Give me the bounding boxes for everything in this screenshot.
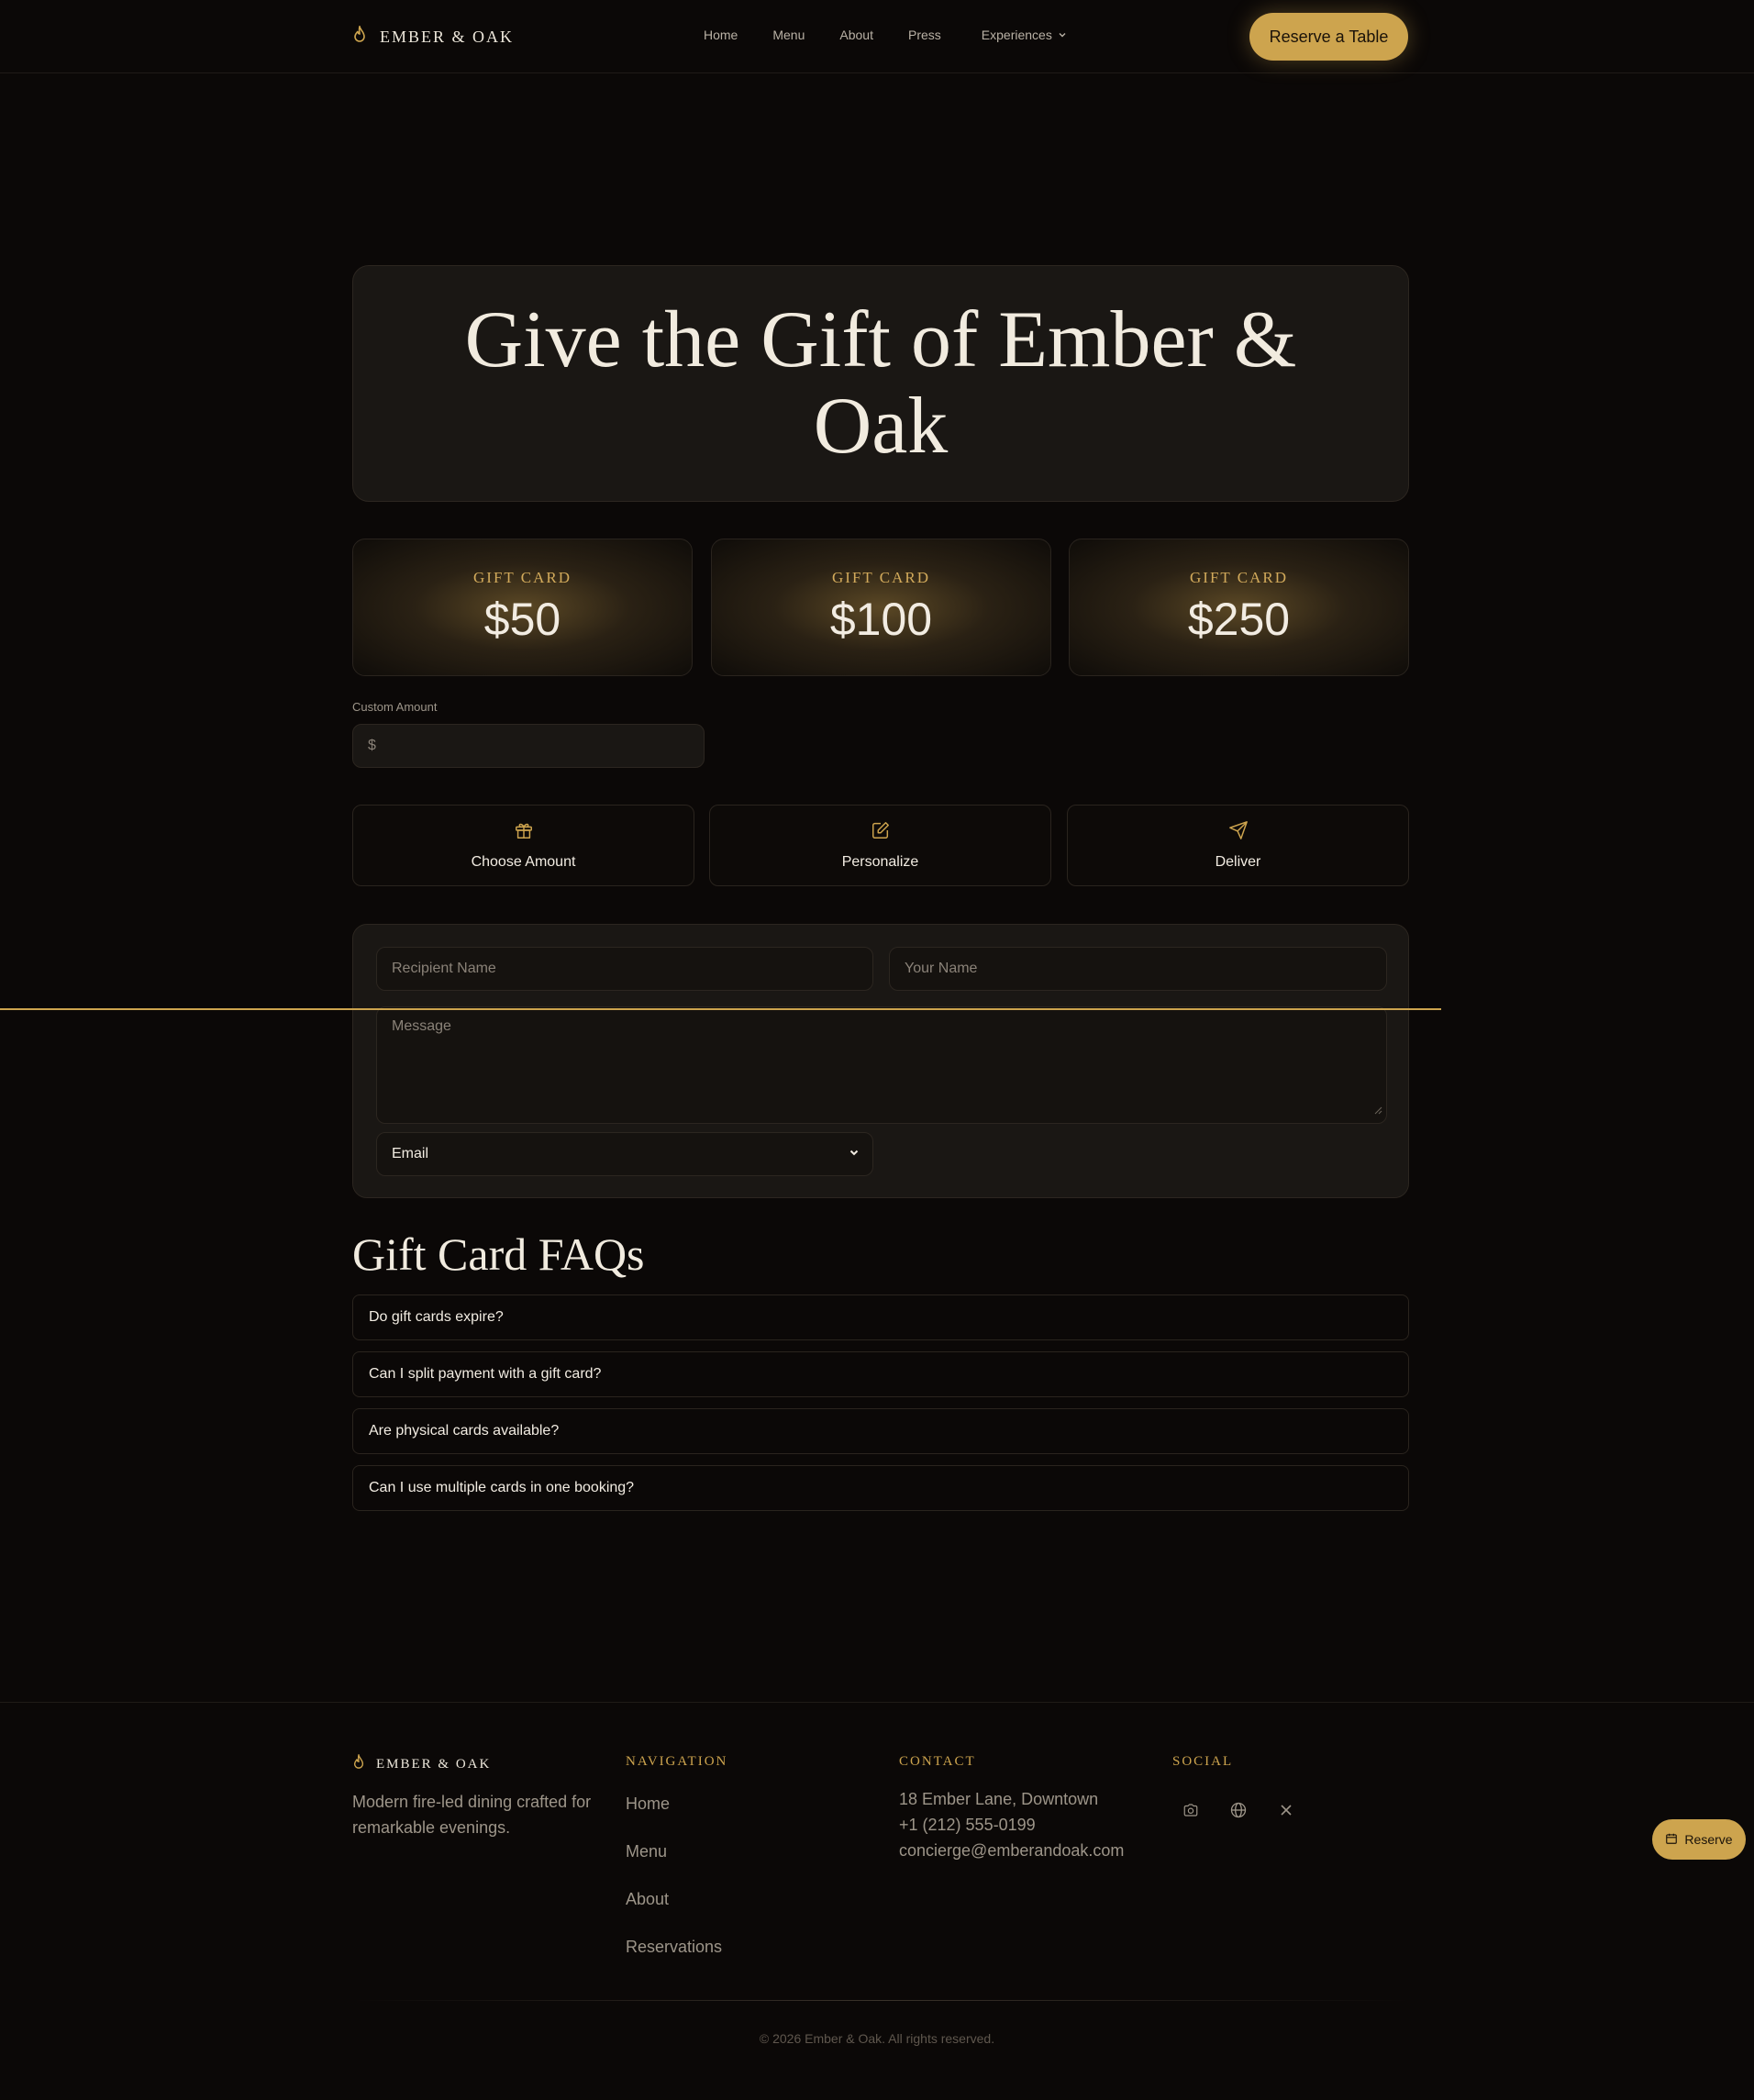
calendar-icon bbox=[1665, 1832, 1678, 1848]
step-personalize[interactable]: Personalize bbox=[709, 805, 1051, 886]
gift-card-label: GIFT CARD bbox=[1190, 569, 1288, 586]
floating-reserve-label: Reserve bbox=[1684, 1832, 1733, 1847]
social-links bbox=[1172, 1797, 1299, 1823]
hero-panel: Give the Gift of Ember & Oak bbox=[352, 265, 1409, 502]
nav-about[interactable]: About bbox=[839, 28, 873, 42]
camera-icon[interactable] bbox=[1178, 1797, 1204, 1823]
gift-card-100[interactable]: GIFT CARD $100 bbox=[711, 539, 1051, 676]
gift-card-50[interactable]: GIFT CARD $50 bbox=[352, 539, 693, 676]
personalize-form: Recipient Name Your Name Message Email bbox=[352, 924, 1409, 1198]
custom-amount-label: Custom Amount bbox=[352, 700, 438, 714]
gift-card-label: GIFT CARD bbox=[473, 569, 572, 586]
footer-email[interactable]: concierge@emberandoak.com bbox=[899, 1838, 1124, 1863]
footer-link-home[interactable]: Home bbox=[626, 1794, 727, 1814]
site-header: EMBER & OAK Home Menu About Press Experi… bbox=[0, 0, 1754, 73]
nav-experiences-label: Experiences bbox=[981, 28, 1052, 42]
nav-menu[interactable]: Menu bbox=[772, 28, 805, 42]
gift-card-value: $250 bbox=[1187, 594, 1291, 645]
footer-navigation-column: NAVIGATION Home Menu About Reservations bbox=[626, 1754, 727, 1957]
delivery-method-select[interactable]: Email bbox=[376, 1132, 873, 1176]
reserve-table-button[interactable]: Reserve a Table bbox=[1249, 13, 1408, 61]
message-placeholder: Message bbox=[392, 1018, 451, 1034]
main-nav: Home Menu About Press Experiences bbox=[704, 28, 1102, 42]
footer-link-reservations[interactable]: Reservations bbox=[626, 1938, 727, 1957]
footer-brand-name: EMBER & OAK bbox=[376, 1756, 492, 1772]
your-name-input[interactable]: Your Name bbox=[889, 947, 1387, 991]
page-title: Give the Gift of Ember & Oak bbox=[464, 295, 1297, 471]
footer-phone[interactable]: +1 (212) 555-0199 bbox=[899, 1812, 1124, 1838]
step-label: Deliver bbox=[1215, 854, 1261, 870]
faq-item[interactable]: Can I use multiple cards in one booking? bbox=[352, 1465, 1409, 1511]
footer-address: 18 Ember Lane, Downtown bbox=[899, 1790, 1099, 1808]
footer-link-about[interactable]: About bbox=[626, 1890, 727, 1909]
faq-item[interactable]: Do gift cards expire? bbox=[352, 1294, 1409, 1340]
custom-amount-input[interactable]: $ bbox=[352, 724, 705, 768]
footer-divider bbox=[352, 2000, 1409, 2001]
accent-divider-line bbox=[0, 1008, 1441, 1010]
footer-contact-column: CONTACT 18 Ember Lane, Downtown +1 (212)… bbox=[899, 1754, 1124, 1863]
footer-contact-heading: CONTACT bbox=[899, 1754, 976, 1769]
step-choose-amount[interactable]: Choose Amount bbox=[352, 805, 694, 886]
gift-icon bbox=[514, 820, 534, 845]
footer-nav-heading: NAVIGATION bbox=[626, 1754, 728, 1769]
footer-tagline: Modern fire-led dining crafted for remar… bbox=[352, 1793, 592, 1837]
brand-name: EMBER & OAK bbox=[380, 28, 515, 46]
chevron-down-icon bbox=[1058, 28, 1067, 42]
delivery-method-value: Email bbox=[392, 1146, 429, 1161]
message-textarea[interactable]: Message bbox=[376, 1006, 1387, 1124]
faq-title: Gift Card FAQs bbox=[352, 1228, 645, 1280]
footer-brand-column: EMBER & OAK Modern fire-led dining craft… bbox=[352, 1752, 618, 1840]
send-icon bbox=[1228, 820, 1249, 845]
footer-link-menu[interactable]: Menu bbox=[626, 1842, 727, 1861]
nav-experiences[interactable]: Experiences bbox=[982, 28, 1067, 42]
nav-press[interactable]: Press bbox=[908, 28, 941, 42]
gift-card-value: $100 bbox=[829, 594, 933, 645]
gift-card-250[interactable]: GIFT CARD $250 bbox=[1069, 539, 1409, 676]
floating-reserve-button[interactable]: Reserve bbox=[1652, 1819, 1746, 1860]
footer-brand[interactable]: EMBER & OAK bbox=[352, 1752, 618, 1774]
copyright: © 2026 Ember & Oak. All rights reserved. bbox=[759, 2031, 995, 2046]
faq-item[interactable]: Are physical cards available? bbox=[352, 1408, 1409, 1454]
brand-logo[interactable]: EMBER & OAK bbox=[352, 24, 515, 49]
flame-icon bbox=[352, 24, 367, 49]
globe-icon[interactable] bbox=[1226, 1797, 1251, 1823]
recipient-name-input[interactable]: Recipient Name bbox=[376, 947, 873, 991]
footer-social-column: SOCIAL bbox=[1172, 1754, 1299, 1823]
faq-item[interactable]: Can I split payment with a gift card? bbox=[352, 1351, 1409, 1397]
step-label: Personalize bbox=[841, 854, 919, 870]
resize-handle-icon[interactable] bbox=[1373, 1103, 1382, 1119]
nav-home[interactable]: Home bbox=[704, 28, 738, 42]
gift-card-label: GIFT CARD bbox=[832, 569, 930, 586]
flame-icon bbox=[352, 1752, 365, 1774]
chevron-down-icon bbox=[849, 1146, 860, 1162]
gift-card-value: $50 bbox=[483, 594, 561, 645]
step-deliver[interactable]: Deliver bbox=[1067, 805, 1409, 886]
step-label: Choose Amount bbox=[471, 854, 576, 870]
edit-icon bbox=[871, 820, 891, 845]
x-icon[interactable] bbox=[1273, 1797, 1299, 1823]
footer-social-heading: SOCIAL bbox=[1172, 1754, 1234, 1769]
